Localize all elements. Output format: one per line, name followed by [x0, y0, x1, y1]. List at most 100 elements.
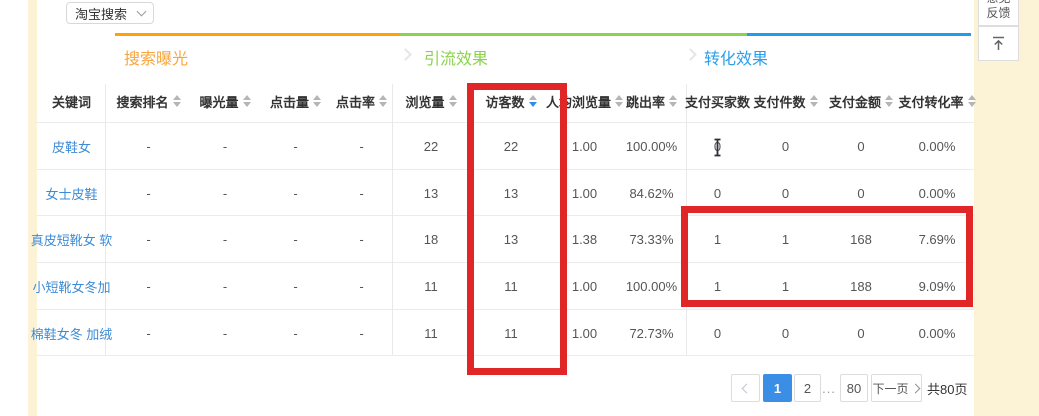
table-cell: 1	[749, 263, 822, 310]
table-cell: 0	[822, 310, 900, 356]
column-header-10[interactable]: 支付件数	[749, 86, 822, 116]
column-header-label: 访客数	[485, 92, 524, 111]
table-cell: 0.00%	[900, 310, 974, 356]
pagination-prev-button[interactable]	[731, 374, 760, 402]
column-header-4[interactable]: 点击率	[331, 86, 392, 116]
sort-icon	[449, 95, 457, 107]
table-cell: 0	[686, 170, 749, 216]
feedback-button[interactable]: 意见 反馈	[978, 0, 1019, 26]
keyword-link[interactable]: 女士皮鞋	[36, 170, 107, 216]
column-header-11[interactable]: 支付金额	[822, 86, 900, 116]
table-cell: 0.00%	[900, 170, 974, 216]
table-cell: 22	[392, 123, 470, 170]
table-cell: 73.33%	[617, 216, 686, 263]
column-header-label: 浏览量	[405, 92, 444, 111]
column-header-label: 跳出率	[626, 92, 665, 111]
table-cell: 9.09%	[900, 263, 974, 310]
table-cell: 0	[749, 123, 822, 170]
table-cell: -	[331, 310, 392, 356]
table-cell: 1.00	[552, 170, 617, 216]
taobao-search-analytics-screen: 淘宝搜索 意见 反馈 搜索曝光 引流效果 转化效果 关键词搜索排名曝光量点击量点…	[0, 0, 1039, 416]
channel-select-dropdown[interactable]: 淘宝搜索	[66, 2, 154, 24]
table-cell: 0	[749, 170, 822, 216]
sort-icon	[669, 95, 677, 107]
table-cell: 0	[822, 170, 900, 216]
table-cell: 13	[470, 170, 552, 216]
pagination-next-button[interactable]: 下一页	[871, 374, 922, 402]
table-cell: 11	[392, 263, 470, 310]
table-cell: 0	[686, 310, 749, 356]
column-header-2[interactable]: 曝光量	[190, 86, 260, 116]
sort-icon	[313, 95, 321, 107]
pagination-page-80[interactable]: 80	[840, 374, 868, 402]
table-cell: 1.00	[552, 123, 617, 170]
column-header-label: 人均浏览量	[546, 92, 611, 111]
sort-icon	[243, 95, 251, 107]
column-header-label: 曝光量	[199, 92, 238, 111]
table-cell: 84.62%	[617, 170, 686, 216]
column-header-label: 点击量	[270, 92, 309, 111]
sort-icon	[379, 95, 387, 107]
table-cell: -	[331, 216, 392, 263]
pagination-total: 共80页	[927, 374, 967, 402]
chevron-right-icon	[910, 383, 920, 393]
table-cell: 1.00	[552, 263, 617, 310]
table-cell: 22	[470, 123, 552, 170]
column-header-label: 支付件数	[753, 92, 805, 111]
column-header-12[interactable]: 支付转化率	[900, 86, 974, 116]
table-cell: -	[260, 170, 331, 216]
column-header-3[interactable]: 点击量	[260, 86, 331, 116]
table-cell: 100.00%	[617, 263, 686, 310]
table-cell: 0	[822, 123, 900, 170]
pagination-page-2[interactable]: 2	[794, 374, 821, 402]
table-cell: 100.00%	[617, 123, 686, 170]
table-cell: 1.00	[552, 310, 617, 356]
group-divider-icon	[684, 48, 697, 61]
chevron-left-icon	[742, 383, 752, 393]
table-cell: -	[190, 170, 260, 216]
feedback-label-line2: 反馈	[986, 6, 1010, 21]
keyword-link[interactable]: 小短靴女冬加	[36, 263, 107, 310]
column-header-8[interactable]: 跳出率	[617, 86, 686, 116]
table-cell: -	[260, 123, 331, 170]
channel-select-value: 淘宝搜索	[75, 4, 127, 23]
table-cell: 11	[470, 310, 552, 356]
table-cell: -	[260, 310, 331, 356]
table-cell: 1	[749, 216, 822, 263]
table-cell: 168	[822, 216, 900, 263]
table-cell: -	[190, 263, 260, 310]
sort-icon	[529, 95, 537, 107]
column-header-6[interactable]: 访客数	[470, 86, 552, 116]
keyword-link[interactable]: 皮鞋女	[36, 123, 107, 170]
table-cell: 72.73%	[617, 310, 686, 356]
table-cell: -	[331, 170, 392, 216]
column-header-7[interactable]: 人均浏览量	[552, 86, 617, 116]
table-cell: -	[331, 123, 392, 170]
keyword-link[interactable]: 真皮短靴女 软	[36, 216, 107, 263]
group-underline-traffic-effect	[400, 33, 747, 36]
group-divider-icon	[399, 48, 412, 61]
sort-icon	[810, 95, 818, 107]
pagination-page-1[interactable]: 1	[763, 374, 792, 402]
table-cell: -	[190, 310, 260, 356]
table-cell: 13	[392, 170, 470, 216]
column-header-label: 支付金额	[829, 92, 881, 111]
table-cell: 13	[470, 216, 552, 263]
table-cell: -	[107, 216, 190, 263]
next-page-label: 下一页	[872, 380, 908, 397]
table-cell: 1	[686, 263, 749, 310]
back-to-top-button[interactable]	[978, 26, 1019, 61]
column-header-label: 支付买家数	[685, 92, 750, 111]
sort-icon	[173, 95, 181, 107]
keyword-link[interactable]: 棉鞋女冬 加绒	[36, 310, 107, 356]
table-cell: -	[331, 263, 392, 310]
group-title-search-exposure: 搜索曝光	[124, 45, 188, 69]
column-header-9: 支付买家数	[686, 86, 749, 116]
column-header-label: 关键词	[52, 92, 91, 111]
column-header-label: 支付转化率	[899, 92, 964, 111]
group-underline-conversion-effect	[747, 33, 971, 36]
column-header-5[interactable]: 浏览量	[392, 86, 470, 116]
table-cell: 18	[392, 216, 470, 263]
column-header-1[interactable]: 搜索排名	[107, 86, 190, 116]
table-cell: 188	[822, 263, 900, 310]
